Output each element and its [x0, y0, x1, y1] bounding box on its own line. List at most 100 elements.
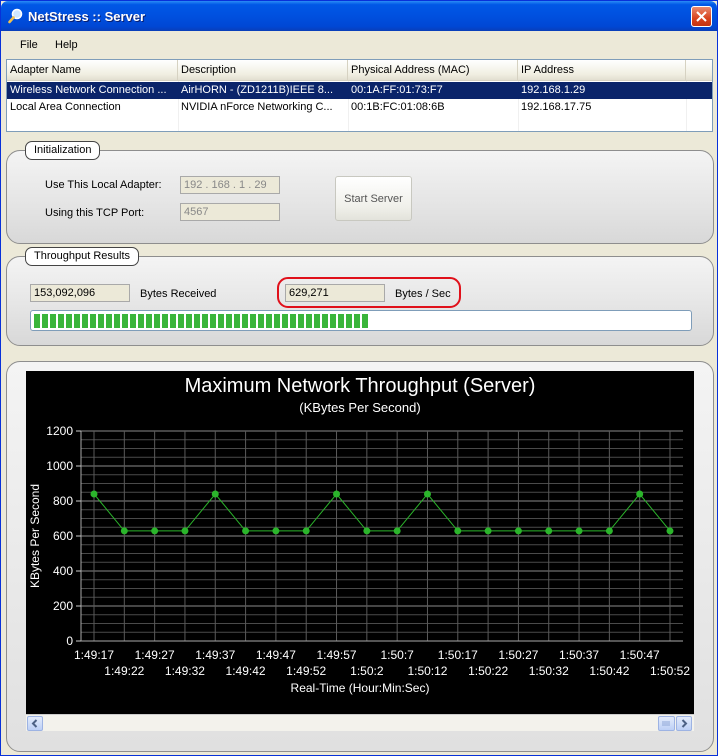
- column-mac[interactable]: Physical Address (MAC): [348, 60, 518, 81]
- data-point: [545, 527, 553, 535]
- initialization-title: Initialization: [25, 141, 101, 160]
- mac-cell: 00:1B:FC:01:08:6B: [351, 101, 445, 113]
- chart-svg: Maximum Network Throughput (Server) (KByt…: [28, 375, 690, 695]
- y-tick-label: 1200: [46, 424, 73, 438]
- adapter-row[interactable]: Local Area Connection NVIDIA nForce Netw…: [7, 99, 712, 116]
- menu-bar: File Help: [1, 31, 717, 58]
- x-tick-label: 1:49:17: [74, 648, 114, 662]
- x-tick-label: 1:50:17: [438, 648, 478, 662]
- data-point: [90, 490, 98, 498]
- local-adapter-field[interactable]: 192 . 168 . 1 . 29: [180, 176, 280, 194]
- bytes-per-sec-field: 629,271: [285, 284, 385, 302]
- adapter-list[interactable]: Adapter Name Description Physical Addres…: [6, 59, 713, 132]
- data-point: [333, 490, 341, 498]
- bytes-per-sec-label: Bytes / Sec: [395, 288, 451, 300]
- x-tick-label: 1:49:37: [195, 648, 235, 662]
- x-tick-label: 1:50:42: [589, 664, 629, 678]
- data-point: [272, 527, 280, 535]
- x-tick-label: 1:49:22: [104, 664, 144, 678]
- chevron-right-icon: [681, 719, 688, 728]
- data-point: [211, 490, 219, 498]
- ip-cell: 192.168.17.75: [521, 101, 592, 113]
- y-tick-label: 800: [53, 494, 73, 508]
- progress-fill: [34, 314, 368, 328]
- chart-subtitle: (KBytes Per Second): [299, 400, 420, 415]
- x-tick-label: 1:50:47: [620, 648, 660, 662]
- column-filler: [686, 60, 712, 81]
- throughput-progress-bar: [30, 310, 692, 331]
- title-bar[interactable]: NetStress :: Server: [1, 1, 717, 31]
- throughput-title: Throughput Results: [25, 247, 139, 266]
- x-tick-label: 1:50:52: [650, 664, 690, 678]
- x-tick-label: 1:50:27: [498, 648, 538, 662]
- close-icon: [696, 11, 707, 22]
- ip-cell: 192.168.1.29: [521, 84, 586, 96]
- adapter-name-cell: Wireless Network Connection ...: [10, 84, 167, 96]
- x-tick-label: 1:50:32: [529, 664, 569, 678]
- data-point: [484, 527, 492, 535]
- x-tick-label: 1:49:47: [256, 648, 296, 662]
- x-tick-label: 1:50:7: [380, 648, 414, 662]
- x-tick-label: 1:50:37: [559, 648, 599, 662]
- mac-cell: 00:1A:FF:01:73:F7: [351, 84, 443, 96]
- y-tick-label: 600: [53, 529, 73, 543]
- menu-file[interactable]: File: [20, 39, 38, 51]
- data-point: [454, 527, 462, 535]
- chart-horizontal-scrollbar[interactable]: [26, 714, 694, 731]
- bytes-received-label: Bytes Received: [140, 288, 217, 300]
- throughput-chart: Maximum Network Throughput (Server) (KByt…: [26, 371, 694, 714]
- tcp-port-label: Using this TCP Port:: [45, 207, 145, 219]
- adapter-name-cell: Local Area Connection: [10, 101, 121, 113]
- data-point: [151, 527, 159, 535]
- tcp-port-field[interactable]: 4567: [180, 203, 280, 221]
- y-axis-label: KBytes Per Second: [28, 484, 42, 588]
- start-server-button[interactable]: Start Server: [335, 176, 412, 221]
- y-tick-label: 400: [53, 564, 73, 578]
- data-point: [393, 527, 401, 535]
- netstress-window: NetStress :: Server File Help Adapter Na…: [0, 0, 718, 756]
- column-adapter-name[interactable]: Adapter Name: [7, 60, 178, 81]
- adapter-list-header: Adapter Name Description Physical Addres…: [7, 60, 712, 81]
- chevron-left-icon: [31, 719, 38, 728]
- x-tick-label: 1:49:52: [286, 664, 326, 678]
- x-tick-label: 1:49:27: [135, 648, 175, 662]
- data-point: [242, 527, 250, 535]
- data-point: [514, 527, 522, 535]
- data-point: [181, 527, 189, 535]
- description-cell: NVIDIA nForce Networking C...: [181, 101, 333, 113]
- x-tick-label: 1:49:57: [317, 648, 357, 662]
- data-point: [363, 527, 371, 535]
- y-tick-label: 0: [66, 634, 73, 648]
- data-point: [120, 527, 128, 535]
- adapter-row[interactable]: Wireless Network Connection ... AirHORN …: [7, 82, 712, 99]
- bytes-received-field: 153,092,096: [30, 284, 130, 302]
- x-tick-label: 1:49:42: [226, 664, 266, 678]
- data-point: [302, 527, 310, 535]
- x-axis-label: Real-Time (Hour:Min:Sec): [291, 681, 430, 695]
- scroll-thumb[interactable]: [658, 716, 675, 731]
- window-title: NetStress :: Server: [28, 9, 146, 24]
- scroll-right-button[interactable]: [676, 716, 692, 731]
- data-point: [666, 527, 674, 535]
- menu-help[interactable]: Help: [55, 39, 78, 51]
- y-tick-label: 200: [53, 599, 73, 613]
- magnifier-app-icon: [8, 8, 23, 24]
- x-tick-label: 1:50:22: [468, 664, 508, 678]
- data-point: [605, 527, 613, 535]
- adapter-label: Use This Local Adapter:: [45, 179, 162, 191]
- x-tick-label: 1:50:2: [350, 664, 384, 678]
- grip-icon: [662, 721, 670, 726]
- scroll-left-button[interactable]: [27, 716, 43, 731]
- series-line: [93, 493, 671, 532]
- x-tick-label: 1:49:32: [165, 664, 205, 678]
- close-button[interactable]: [691, 6, 712, 27]
- chart-title: Maximum Network Throughput (Server): [185, 375, 536, 397]
- column-ip-address[interactable]: IP Address: [518, 60, 686, 81]
- column-description[interactable]: Description: [178, 60, 348, 81]
- description-cell: AirHORN - (ZD1211B)IEEE 8...: [181, 84, 333, 96]
- data-point: [636, 490, 644, 498]
- data-point: [423, 490, 431, 498]
- data-point: [575, 527, 583, 535]
- y-tick-label: 1000: [46, 459, 73, 473]
- x-tick-label: 1:50:12: [407, 664, 447, 678]
